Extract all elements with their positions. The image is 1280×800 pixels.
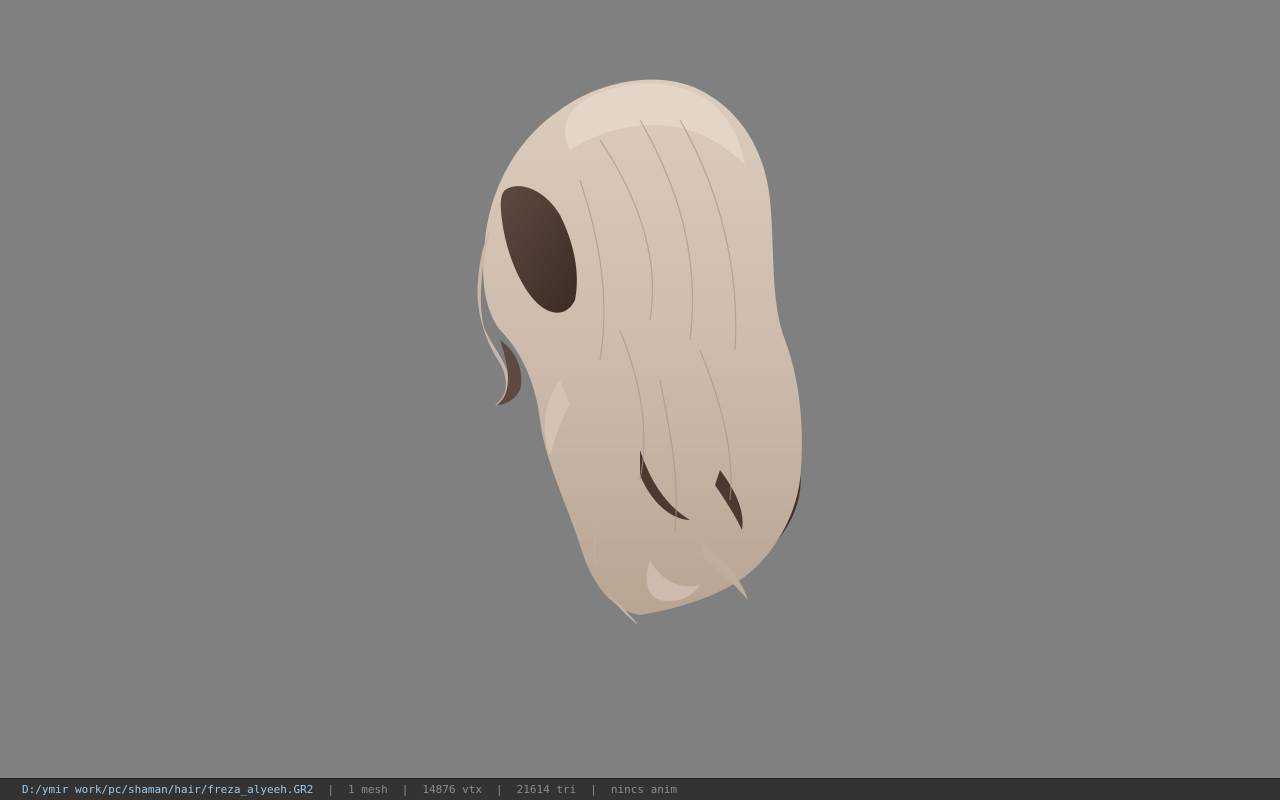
separator: | <box>401 783 409 796</box>
hair-model-render[interactable] <box>0 0 1280 778</box>
separator: | <box>327 783 335 796</box>
vertex-count: 14876 vtx <box>422 783 483 796</box>
separator: | <box>496 783 503 796</box>
anim-status: nincs anim <box>610 783 678 796</box>
hair-main-mass <box>483 79 802 615</box>
file-path: D:/ymir work/pc/shaman/hair/freza_alyeeh… <box>22 783 314 796</box>
mesh-count: 1 mesh <box>348 783 388 796</box>
status-bar: D:/ymir work/pc/shaman/hair/freza_alyeeh… <box>0 778 1280 800</box>
triangle-count: 21614 tri <box>516 783 577 796</box>
3d-viewport[interactable] <box>0 0 1280 778</box>
separator: | <box>590 783 597 796</box>
